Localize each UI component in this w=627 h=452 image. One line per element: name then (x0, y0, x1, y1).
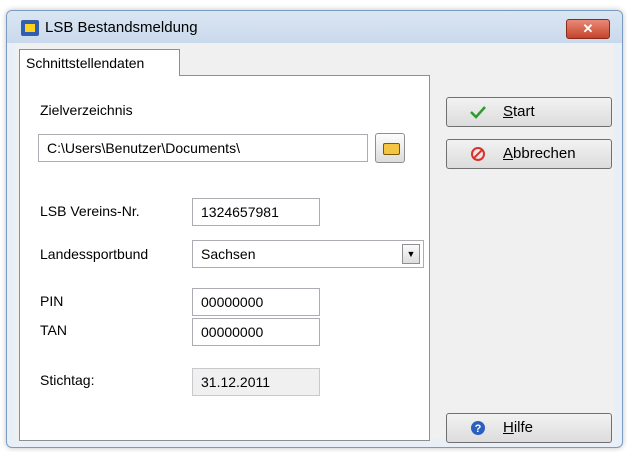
chevron-down-icon[interactable]: ▼ (402, 244, 420, 264)
folder-icon (383, 143, 400, 155)
cancel-icon (471, 147, 485, 161)
title-bar[interactable]: LSB Bestandsmeldung ✕ (7, 11, 622, 43)
close-button[interactable]: ✕ (566, 19, 610, 39)
hilfe-label: ilfe (513, 419, 534, 436)
stichtag-label: Stichtag: (40, 372, 95, 388)
dialog-window: LSB Bestandsmeldung ✕ Schnittstellendate… (6, 10, 623, 448)
landessportbund-value: Sachsen (201, 246, 256, 262)
stichtag-field: 31.12.2011 (192, 368, 320, 396)
landessportbund-label: Landessportbund (40, 246, 149, 262)
tan-field[interactable]: 00000000 (192, 318, 320, 346)
start-label: tart (513, 103, 535, 120)
tab-panel: Zielverzeichnis C:\Users\Benutzer\Docume… (19, 75, 430, 441)
client-area: Schnittstellendaten Zielverzeichnis C:\U… (15, 43, 614, 443)
help-icon: ? (471, 421, 485, 435)
abbrechen-button[interactable]: Abbrechen (446, 139, 612, 169)
browse-folder-button[interactable] (375, 133, 405, 163)
vereinsnr-field[interactable]: 1324657981 (192, 198, 320, 226)
svg-text:?: ? (475, 423, 482, 435)
zielverzeichnis-label: Zielverzeichnis (40, 102, 133, 118)
landessportbund-select[interactable]: Sachsen ▼ (192, 240, 424, 268)
tan-label: TAN (40, 322, 67, 338)
pin-field[interactable]: 00000000 (192, 288, 320, 316)
abbrechen-label: bbrechen (513, 145, 576, 162)
start-button[interactable]: Start (446, 97, 612, 127)
tab-schnittstellendaten[interactable]: Schnittstellendaten (19, 49, 180, 76)
window-title: LSB Bestandsmeldung (45, 19, 198, 36)
hilfe-button[interactable]: ? Hilfe (446, 413, 612, 443)
close-icon: ✕ (582, 21, 594, 36)
zielverzeichnis-field[interactable]: C:\Users\Benutzer\Documents\ (38, 134, 368, 162)
start-hotkey: S (503, 103, 514, 120)
pin-label: PIN (40, 293, 64, 309)
abbrechen-hotkey: A (503, 145, 514, 162)
checkmark-icon (470, 106, 486, 119)
vereinsnr-label: LSB Vereins-Nr. (40, 203, 140, 219)
app-icon (21, 20, 39, 36)
hilfe-hotkey: H (503, 419, 514, 436)
